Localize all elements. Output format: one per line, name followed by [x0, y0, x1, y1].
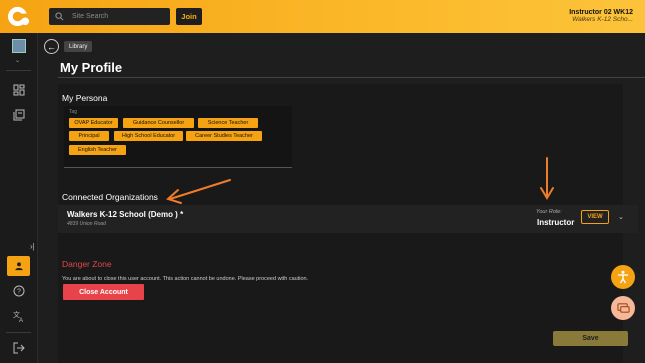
role-label: Your Role: — [536, 209, 562, 215]
page-title: My Profile — [60, 60, 123, 75]
user-name: Instructor 02 WK12 — [569, 9, 633, 16]
title-divider — [58, 77, 645, 78]
sidebar: ⌄ ›| ? 文A — [0, 33, 38, 363]
sidebar-divider — [6, 332, 31, 333]
persona-chip[interactable]: Principal — [69, 131, 109, 141]
search-placeholder: Site Search — [72, 13, 109, 20]
persona-chip[interactable]: English Teacher — [69, 145, 126, 155]
chat-button[interactable] — [611, 296, 635, 320]
persona-chip[interactable]: Guidance Counsellor — [123, 118, 194, 128]
library-icon[interactable] — [11, 107, 26, 122]
organizations-title: Connected Organizations — [62, 192, 158, 202]
persona-chip[interactable]: High School Educator — [114, 131, 183, 141]
collapse-sidebar-icon[interactable]: ›| — [30, 242, 35, 251]
save-button[interactable]: Save — [553, 331, 628, 346]
persona-chip[interactable]: OVAP Educator — [69, 118, 118, 128]
chevron-down-icon[interactable]: ⌄ — [15, 57, 20, 64]
chevron-down-icon[interactable]: ⌄ — [618, 213, 624, 221]
logout-icon[interactable] — [11, 340, 26, 355]
accessibility-button[interactable] — [611, 265, 635, 289]
persona-chip[interactable]: Career Studies Teacher — [186, 131, 262, 141]
translate-icon[interactable]: 文A — [11, 308, 26, 323]
chat-icon — [616, 302, 630, 313]
back-button[interactable]: ← — [44, 39, 59, 54]
user-menu[interactable]: Instructor 02 WK12 Walkers K-12 Scho... — [569, 9, 633, 23]
organization-name: Walkers K-12 School (Demo ) * — [67, 210, 184, 219]
organization-row: Walkers K-12 School (Demo ) * 4839 Union… — [58, 205, 638, 233]
app-logo[interactable] — [7, 5, 30, 28]
dashboard-icon[interactable] — [11, 82, 26, 97]
danger-zone-warning: You are about to close this user account… — [62, 276, 309, 282]
danger-zone-title: Danger Zone — [62, 259, 112, 269]
role-value: Instructor — [537, 218, 575, 227]
organization-avatar[interactable] — [12, 39, 26, 53]
persona-title: My Persona — [62, 93, 108, 103]
breadcrumb[interactable]: Library — [64, 41, 93, 52]
help-icon[interactable]: ? — [11, 283, 26, 298]
top-bar: Site Search Join Instructor 02 WK12 Walk… — [0, 0, 645, 33]
join-button[interactable]: Join — [176, 8, 202, 25]
sidebar-divider — [6, 70, 31, 71]
close-account-button[interactable]: Close Account — [63, 284, 144, 300]
main-content: ← Library My Profile My Persona Tag OVAP… — [38, 33, 645, 363]
persona-tag-field[interactable]: Tag OVAP Educator Guidance Counsellor Sc… — [64, 106, 292, 168]
svg-text:?: ? — [17, 288, 21, 295]
user-school: Walkers K-12 Scho... — [572, 16, 633, 23]
accessibility-icon — [618, 270, 628, 284]
search-input[interactable]: Site Search — [49, 8, 170, 25]
search-icon — [55, 12, 64, 21]
organization-address: 4839 Union Road — [67, 221, 106, 227]
view-button[interactable]: VIEW — [581, 210, 609, 224]
persona-chip[interactable]: Science Teacher — [198, 118, 258, 128]
profile-icon[interactable] — [7, 256, 30, 276]
tag-label: Tag — [69, 109, 78, 115]
svg-text:A: A — [19, 318, 23, 322]
